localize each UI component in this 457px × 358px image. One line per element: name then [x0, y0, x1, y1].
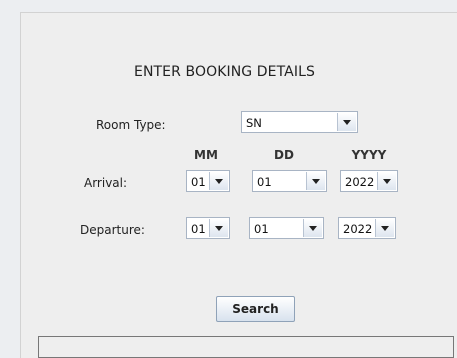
arrival-year-value: 2022	[345, 175, 375, 189]
departure-year-select[interactable]: 2022	[338, 217, 396, 239]
arrival-year-select[interactable]: 2022	[340, 170, 398, 192]
chevron-down-icon[interactable]	[209, 172, 228, 190]
room-type-label: Room Type:	[96, 118, 166, 132]
arrival-day-select[interactable]: 01	[252, 170, 327, 192]
departure-year-value: 2022	[343, 222, 373, 236]
chevron-down-icon[interactable]	[209, 219, 228, 237]
chevron-down-icon[interactable]	[375, 219, 394, 237]
page-title: ENTER BOOKING DETAILS	[134, 64, 315, 80]
chevron-down-icon[interactable]	[303, 219, 322, 237]
departure-month-select[interactable]: 01	[186, 217, 230, 239]
arrival-month-select[interactable]: 01	[186, 170, 230, 192]
arrival-label: Arrival:	[84, 176, 128, 190]
arrival-month-value: 01	[191, 175, 206, 189]
chevron-down-icon[interactable]	[337, 113, 356, 131]
window-background: ENTER BOOKING DETAILS Room Type: SN MM D…	[0, 0, 457, 358]
chevron-down-icon[interactable]	[306, 172, 325, 190]
column-header-yyyy: YYYY	[351, 148, 387, 162]
chevron-down-icon[interactable]	[377, 172, 396, 190]
room-type-value: SN	[246, 116, 262, 130]
column-header-dd: DD	[274, 148, 294, 162]
departure-day-value: 01	[254, 222, 269, 236]
room-type-select[interactable]: SN	[241, 111, 358, 133]
departure-label: Departure:	[80, 223, 145, 237]
departure-day-select[interactable]: 01	[249, 217, 324, 239]
departure-month-value: 01	[191, 222, 206, 236]
column-header-mm: MM	[194, 148, 218, 162]
search-button[interactable]: Search	[216, 296, 295, 322]
status-field[interactable]	[38, 336, 454, 358]
arrival-day-value: 01	[257, 175, 272, 189]
